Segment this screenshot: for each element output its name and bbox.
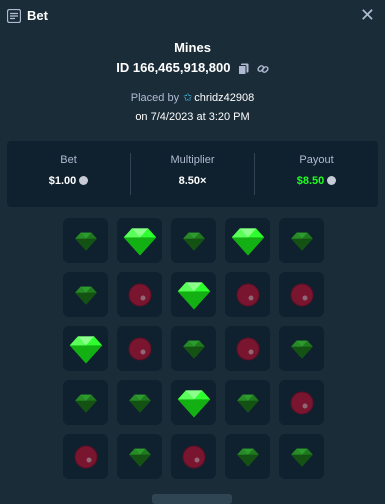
close-icon[interactable]: ✕ [360,5,375,25]
gem-tile [63,218,108,263]
gem-icon [74,232,97,251]
bet-id-row: ID 166,465,918,800 [0,60,385,75]
gem-tile-revealed [171,380,216,425]
gem-icon [236,394,259,413]
mine-icon [290,283,313,306]
mine-icon [74,445,97,468]
gem-icon [231,227,264,255]
mine-tile [279,272,324,317]
gem-tile [279,434,324,479]
gem-tile [117,434,162,479]
bottom-button[interactable] [152,494,232,504]
bet-stats-panel: Bet $1.00 Multiplier 8.50× Payout $8.50 [7,141,378,207]
gem-tile [225,434,270,479]
modal-header: Bet ✕ [0,0,385,32]
gem-icon [177,389,210,417]
mine-icon [128,337,151,360]
gem-icon [128,394,151,413]
stat-bet-label: Bet [60,154,77,166]
mine-tile [279,380,324,425]
mine-tile [117,272,162,317]
gem-icon [123,227,156,255]
gem-tile [279,218,324,263]
litecoin-icon [327,175,337,185]
stat-payout-label: Payout [299,154,334,166]
mine-icon [182,445,205,468]
placed-by-row: Placed by ✩ chridz42908 [0,91,385,104]
mine-icon [290,391,313,414]
mine-tile [63,434,108,479]
gem-tile-revealed [171,272,216,317]
link-icon[interactable] [257,63,269,75]
mine-tile [117,326,162,371]
stat-bet: Bet $1.00 [7,141,130,207]
gem-tile-revealed [225,218,270,263]
gem-tile [171,326,216,371]
gem-icon [290,232,313,251]
stat-payout-value: $8.50 [296,175,325,187]
stat-bet-value-row: $1.00 [7,175,130,187]
gem-tile-revealed [63,326,108,371]
mine-icon [128,283,151,306]
gem-tile [117,380,162,425]
gem-icon [290,340,313,359]
gem-icon [74,286,97,305]
username-link[interactable]: chridz42908 [194,92,254,104]
gem-icon [182,232,205,251]
gem-icon [74,394,97,413]
gem-tile-revealed [117,218,162,263]
stat-payout-value-row: $8.50 [255,175,378,187]
copy-icon[interactable] [238,63,249,75]
mine-tile [171,434,216,479]
game-name: Mines [174,40,211,55]
gem-icon [69,335,102,363]
stat-multiplier-value: 8.50× [178,175,207,187]
gem-icon [177,281,210,309]
stat-bet-value: $1.00 [48,175,77,187]
gem-tile [63,272,108,317]
mine-tile [225,326,270,371]
gem-tile [63,380,108,425]
bet-slip-icon [7,9,21,23]
mine-tile [225,272,270,317]
stat-payout: Payout $8.50 [255,141,378,207]
gem-icon [290,448,313,467]
bet-id: ID 166,465,918,800 [116,60,231,75]
placed-by-label: Placed by [130,92,180,104]
gem-tile [225,380,270,425]
mine-icon [236,283,259,306]
gem-icon [128,448,151,467]
litecoin-icon [79,175,89,185]
gem-tile [171,218,216,263]
bet-date: on 7/4/2023 at 3:20 PM [135,111,250,123]
gem-icon [236,448,259,467]
stat-multiplier: Multiplier 8.50× [131,141,254,207]
gem-icon [182,340,205,359]
mine-icon [236,337,259,360]
vip-star-icon: ✩ [183,92,193,104]
modal-title: Bet [27,8,48,23]
gem-tile [279,326,324,371]
stat-multiplier-label: Multiplier [170,154,215,166]
